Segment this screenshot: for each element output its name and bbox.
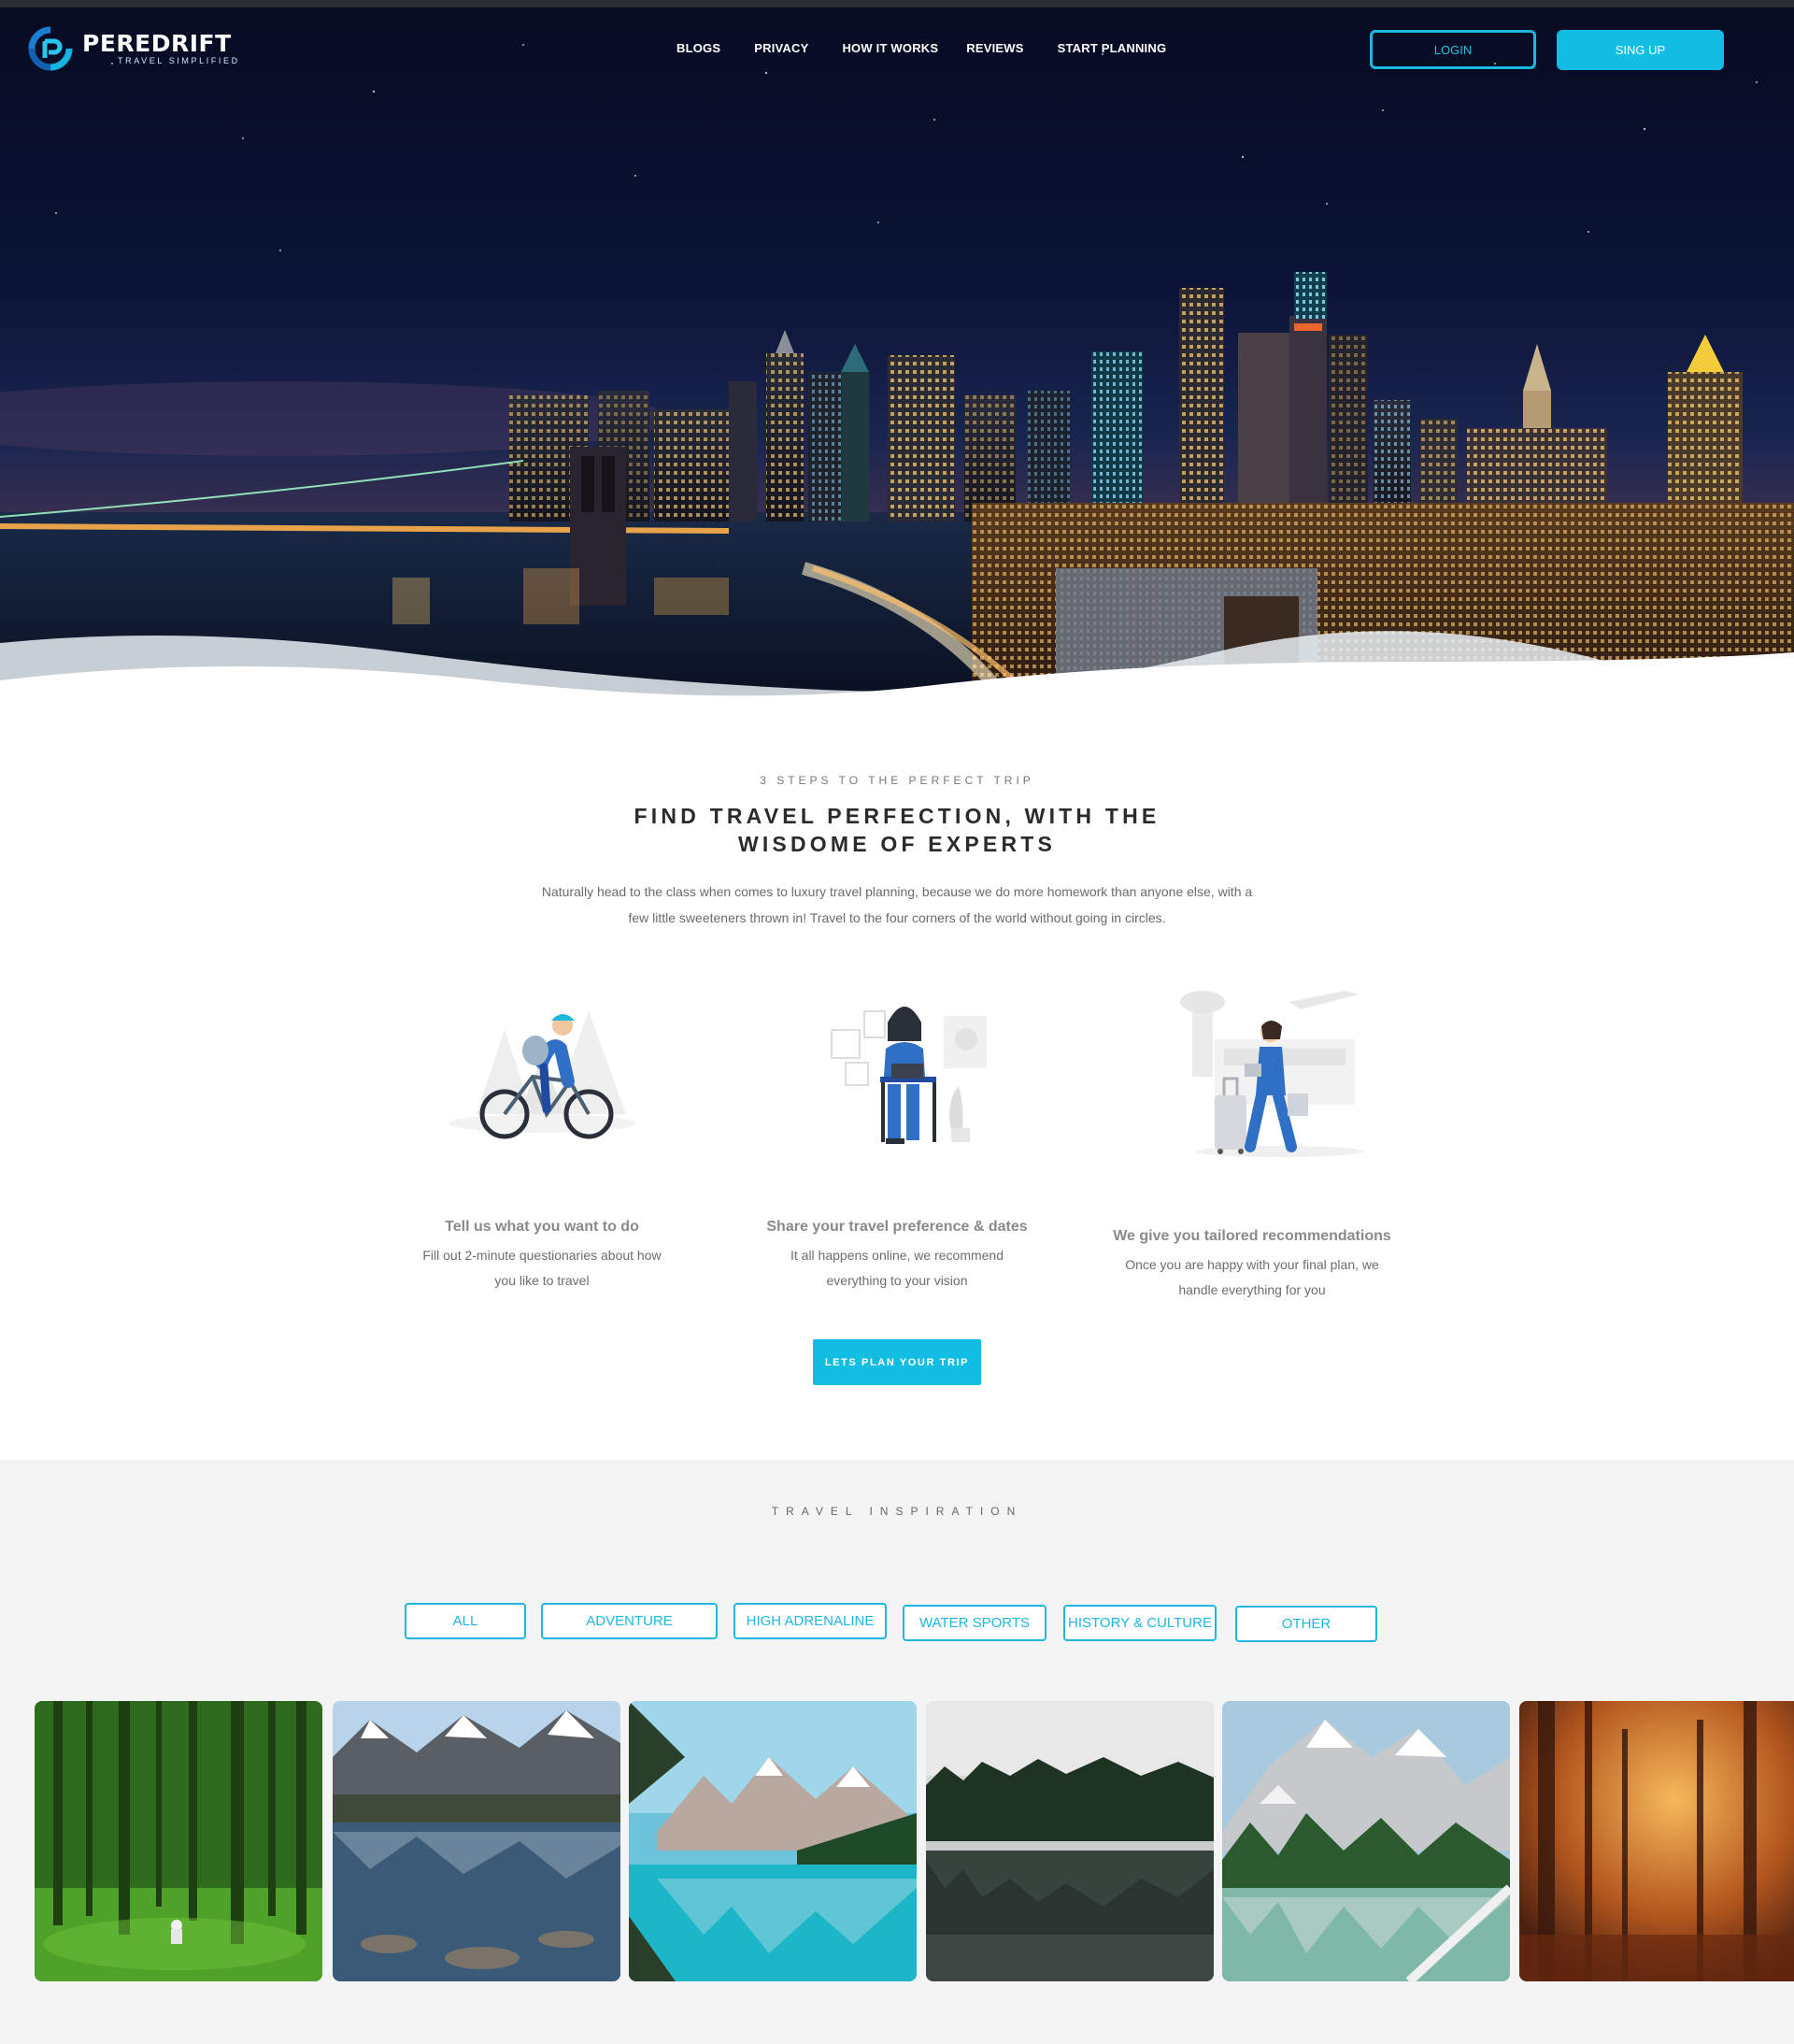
autumn-forest-photo xyxy=(1519,1701,1794,1981)
filter-history-culture[interactable]: HISTORY & CULTURE xyxy=(1063,1605,1217,1641)
filter-other[interactable]: OTHER xyxy=(1235,1606,1377,1642)
site-header: PEREDRIFT TRAVEL SIMPLIFIED BLOGS PRIVAC… xyxy=(0,7,1794,92)
brand-tagline: TRAVEL SIMPLIFIED xyxy=(118,56,240,65)
steps-title-line2: WISDOME OF EXPERTS xyxy=(737,832,1057,856)
photo-card-6[interactable] xyxy=(1519,1701,1794,1981)
step-1-text-line2: you like to travel xyxy=(494,1273,590,1288)
photo-card-1[interactable] xyxy=(35,1701,322,1981)
photo-card-3[interactable] xyxy=(629,1701,917,1981)
step-card-3: We give you tailored recommendations Onc… xyxy=(1112,974,1392,1303)
step-1-title: Tell us what you want to do xyxy=(445,1219,639,1235)
step-1-text-line1: Fill out 2-minute questionaries about ho… xyxy=(422,1248,662,1263)
filter-high-adrenaline[interactable]: HIGH ADRENALINE xyxy=(733,1603,887,1639)
signup-button[interactable]: SING UP xyxy=(1557,30,1724,70)
step-2-text-line2: everything to your vision xyxy=(826,1273,968,1288)
inspiration-section: TRAVEL INSPIRATION ALL ADVENTURE HIGH AD… xyxy=(0,1460,1794,2044)
step-card-1: Tell us what you want to do Fill out 2-m… xyxy=(402,974,682,1294)
brand-name: PEREDRIFT xyxy=(82,30,232,57)
main-nav: BLOGS PRIVACY HOW IT WORKS REVIEWS START… xyxy=(676,41,1200,55)
nav-blogs[interactable]: BLOGS xyxy=(676,41,720,55)
laptop-woman-illustration-icon xyxy=(831,1007,987,1144)
filter-adventure[interactable]: ADVENTURE xyxy=(541,1603,718,1639)
photo-card-2[interactable] xyxy=(333,1701,620,1981)
green-forest-photo xyxy=(35,1701,322,1981)
nav-how-it-works[interactable]: HOW IT WORKS xyxy=(842,41,938,55)
inspiration-eyebrow: TRAVEL INSPIRATION xyxy=(771,1505,1023,1518)
steps-eyebrow: 3 STEPS TO THE PERFECT TRIP xyxy=(760,774,1034,787)
brand-logo[interactable]: PEREDRIFT TRAVEL SIMPLIFIED xyxy=(28,26,240,71)
nav-start-planning[interactable]: START PLANNING xyxy=(1058,41,1167,55)
step-1-text: Fill out 2-minute questionaries about ho… xyxy=(402,1243,682,1294)
hero-banner xyxy=(0,7,1794,703)
photo-card-5[interactable] xyxy=(1222,1701,1510,1981)
step-3-text-line1: Once you are happy with your final plan,… xyxy=(1125,1257,1379,1272)
nav-reviews[interactable]: REVIEWS xyxy=(966,41,1023,55)
step-2-title: Share your travel preference & dates xyxy=(766,1219,1028,1235)
step-3-title: We give you tailored recommendations xyxy=(1113,1228,1391,1244)
steps-title: FIND TRAVEL PERFECTION, WITH THE WISDOME… xyxy=(523,802,1271,858)
mountain-lake-rocks-photo xyxy=(333,1701,620,1981)
step-2-text-line1: It all happens online, we recommend xyxy=(790,1248,1004,1263)
turquoise-mountain-lake-photo xyxy=(629,1701,917,1981)
misty-forest-lake-photo xyxy=(926,1701,1214,1981)
cyclist-illustration-icon xyxy=(448,1011,635,1139)
nav-privacy[interactable]: PRIVACY xyxy=(754,41,808,55)
browser-topline xyxy=(0,0,1794,7)
filter-all[interactable]: ALL xyxy=(405,1603,526,1639)
traveler-airport-illustration-icon xyxy=(1180,991,1364,1157)
filter-water-sports[interactable]: WATER SPORTS xyxy=(903,1605,1046,1641)
step-3-text-line2: handle everything for you xyxy=(1178,1282,1326,1297)
steps-section: 3 STEPS TO THE PERFECT TRIP FIND TRAVEL … xyxy=(0,703,1794,1460)
steps-description: Naturally head to the class when comes t… xyxy=(514,879,1280,931)
steps-desc-line2: few little sweeteners thrown in! Travel … xyxy=(628,910,1166,925)
city-skyline-image xyxy=(0,44,1794,703)
plan-trip-button[interactable]: LETS PLAN YOUR TRIP xyxy=(813,1339,981,1385)
photo-card-4[interactable] xyxy=(926,1701,1214,1981)
login-button[interactable]: LOGIN xyxy=(1370,30,1536,69)
step-2-text: It all happens online, we recommend ever… xyxy=(757,1243,1037,1294)
steps-title-line1: FIND TRAVEL PERFECTION, WITH THE xyxy=(634,804,1160,828)
steps-desc-line1: Naturally head to the class when comes t… xyxy=(541,884,1253,899)
step-card-2: Share your travel preference & dates It … xyxy=(757,974,1037,1294)
alpine-lake-photo xyxy=(1222,1701,1510,1981)
step-3-text: Once you are happy with your final plan,… xyxy=(1112,1252,1392,1303)
peredrift-logo-icon xyxy=(28,26,73,71)
